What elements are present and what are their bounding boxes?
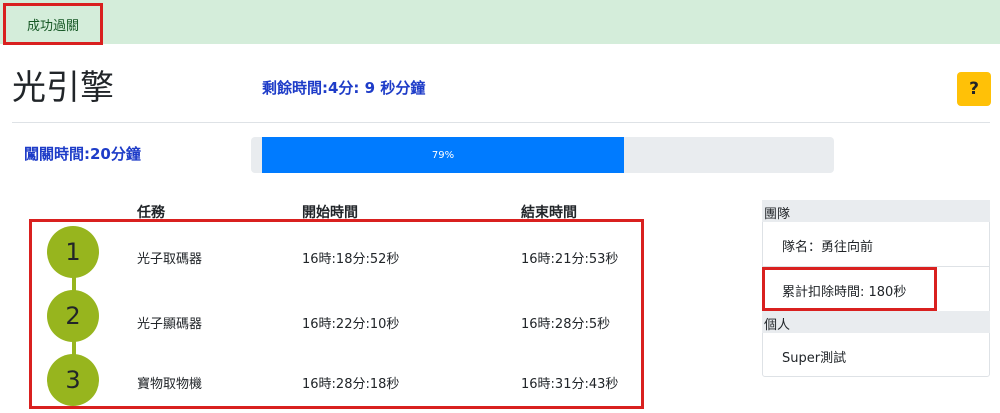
success-tab[interactable]: 成功過關: [3, 3, 103, 45]
success-banner: [0, 0, 1000, 44]
task-name: 寶物取物機: [137, 377, 203, 392]
step-circle-3: 3: [47, 354, 99, 406]
help-button[interactable]: ?: [957, 72, 991, 106]
personal-header: 個人: [762, 311, 990, 333]
task-start-time: 16時:28分:18秒: [302, 377, 400, 392]
deduct-highlight: [762, 267, 937, 311]
personal-name: Super測試: [782, 351, 847, 366]
progress-bar: 79%: [262, 137, 624, 173]
task-name: 光子取碼器: [137, 252, 203, 267]
remaining-time: 剩餘時間:4分: 9 秒分鐘: [262, 79, 426, 97]
progress-track: 79%: [251, 137, 834, 173]
task-end-time: 16時:28分:5秒: [521, 317, 611, 332]
page-title: 光引擎: [12, 68, 114, 108]
task-start-time: 16時:22分:10秒: [302, 317, 400, 332]
divider: [12, 122, 990, 123]
team-name: 隊名：勇往向前: [782, 240, 874, 255]
step-circle-1: 1: [47, 226, 99, 278]
step-circle-2: 2: [47, 290, 99, 342]
help-icon: ?: [969, 79, 979, 99]
team-header: 團隊: [762, 200, 990, 222]
task-name: 光子顯碼器: [137, 317, 203, 332]
task-start-time: 16時:18分:52秒: [302, 252, 400, 267]
task-end-time: 16時:21分:53秒: [521, 252, 619, 267]
progress-label: 79%: [431, 149, 455, 161]
success-tab-label: 成功過關: [26, 18, 79, 34]
task-end-time: 16時:31分:43秒: [521, 377, 619, 392]
level-time: 闖關時間:20分鐘: [24, 145, 141, 163]
